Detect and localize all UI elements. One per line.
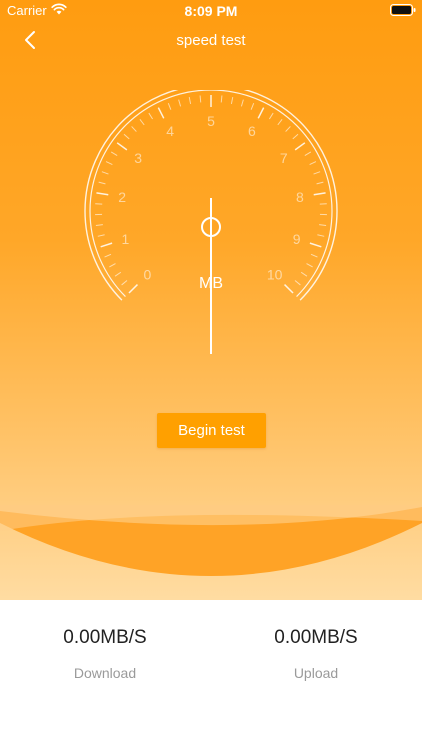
gauge-minor-tick xyxy=(304,151,312,156)
gauge-minor-tick xyxy=(123,133,130,140)
gauge-minor-tick xyxy=(306,263,313,268)
gauge-minor-tick xyxy=(148,112,154,120)
gauge-scale-label: 3 xyxy=(134,150,142,166)
gauge-minor-tick xyxy=(317,234,325,237)
gauge-scale-label: 7 xyxy=(280,150,288,166)
gauge-minor-tick xyxy=(310,253,318,258)
speed-gauge: 012345678910 xyxy=(84,90,338,354)
gauge-major-tick xyxy=(100,242,113,248)
gauge-minor-tick xyxy=(95,224,103,227)
gauge-minor-tick xyxy=(250,102,255,110)
download-speed-value: 0.00MB/S xyxy=(63,627,147,648)
gauge-minor-tick xyxy=(309,161,317,166)
download-stat: 0.00MB/S Download xyxy=(25,625,185,681)
gauge-minor-tick xyxy=(220,95,223,103)
gauge-minor-tick xyxy=(230,96,234,105)
gauge-minor-tick xyxy=(101,171,109,175)
gauge-minor-tick xyxy=(285,126,291,132)
upload-label: Upload xyxy=(293,665,339,681)
gauge-major-tick xyxy=(257,107,265,119)
download-label: Download xyxy=(73,665,137,681)
gauge-minor-tick xyxy=(98,181,106,185)
gauge-minor-tick xyxy=(240,99,244,107)
begin-test-button[interactable]: Begin test xyxy=(157,413,266,448)
gauge-minor-tick xyxy=(178,99,182,107)
gauge-minor-tick xyxy=(292,133,299,140)
gauge-major-tick xyxy=(157,107,165,119)
gauge-minor-tick xyxy=(104,253,112,258)
status-bar: Carrier 8:09 PM xyxy=(0,0,422,22)
gauge-major-tick xyxy=(294,142,306,151)
gauge-major-tick xyxy=(96,192,109,196)
gauge-scale-label: 6 xyxy=(248,123,256,139)
gauge-scale-label: 5 xyxy=(207,113,215,129)
gauge-minor-tick xyxy=(277,119,283,126)
upload-stat: 0.00MB/S Upload xyxy=(236,625,396,681)
gauge-major-tick xyxy=(116,142,128,151)
gauge-scale-label: 4 xyxy=(166,123,174,139)
gauge-minor-tick xyxy=(313,171,321,175)
gauge-scale-label: 8 xyxy=(296,189,304,205)
gauge-minor-tick xyxy=(319,224,327,227)
gauge-minor-tick xyxy=(167,102,172,110)
gauge-minor-tick xyxy=(131,126,137,132)
gauge-minor-tick xyxy=(268,112,274,120)
gauge-minor-tick xyxy=(105,161,113,166)
gauge-minor-tick xyxy=(316,181,324,185)
gauge-scale-label: 1 xyxy=(122,231,130,247)
gauge-scale-label: 2 xyxy=(118,189,126,205)
gauge-minor-tick xyxy=(109,263,116,268)
gauge-minor-tick xyxy=(139,119,145,126)
gauge-major-tick xyxy=(313,192,326,196)
page-title: speed test xyxy=(176,32,246,49)
gauge-minor-tick xyxy=(110,151,118,156)
gauge-scale-label: 9 xyxy=(293,231,301,247)
battery-icon xyxy=(390,4,416,16)
gauge-major-tick xyxy=(309,242,322,248)
status-time: 8:09 PM xyxy=(184,3,238,19)
gauge-minor-tick xyxy=(188,96,192,105)
gauge-minor-tick xyxy=(199,95,202,103)
gauge-unit-label: MB xyxy=(199,275,223,292)
gauge-minor-tick xyxy=(97,234,105,237)
bottom-wave xyxy=(0,505,422,576)
upload-speed-value: 0.00MB/S xyxy=(274,627,358,648)
